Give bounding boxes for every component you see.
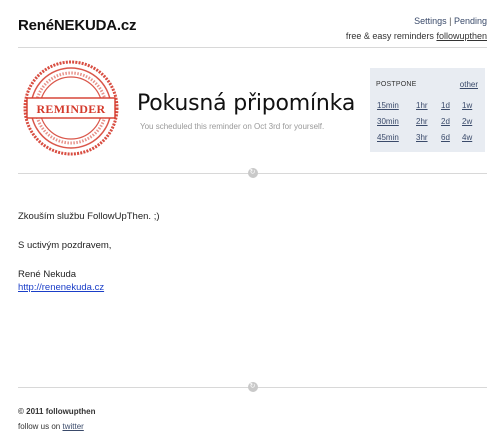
message-body: Zkouším službu FollowUpThen. ;) S uctivý… (18, 210, 160, 294)
postpone-3hr[interactable]: 3hr (416, 133, 428, 142)
followupthen-link[interactable]: followupthen (436, 31, 487, 41)
postpone-45min[interactable]: 45min (377, 133, 399, 142)
postpone-2w[interactable]: 2w (462, 117, 472, 126)
arrow-circle-icon: ↻ (247, 382, 258, 392)
pending-link[interactable]: Pending (454, 16, 487, 26)
stamp-text: REMINDER (36, 102, 105, 116)
signature-link[interactable]: http://renenekuda.cz (18, 282, 104, 293)
postpone-30min[interactable]: 30min (377, 117, 399, 126)
header: RenéNEKUDA.cz Settings | Pending free & … (18, 0, 487, 48)
header-rule (18, 47, 487, 48)
twitter-link[interactable]: twitter (62, 422, 83, 431)
postpone-1w[interactable]: 1w (462, 101, 472, 110)
postpone-6d[interactable]: 6d (441, 133, 450, 142)
settings-link[interactable]: Settings (414, 16, 447, 26)
signature-name: René Nekuda (18, 269, 77, 280)
postpone-panel: POSTPONE other 15min 1hr 1d 1w 30min 2hr… (370, 68, 485, 152)
reminder-title: Pokusná připomínka (137, 91, 356, 116)
reminder-stamp-icon: REMINDER (23, 60, 119, 156)
postpone-4w[interactable]: 4w (462, 133, 472, 142)
message-greeting: S uctivým pozdravem, (18, 240, 112, 251)
reminder-subtitle: You scheduled this reminder on Oct 3rd f… (140, 122, 325, 131)
arrow-circle-icon: ↻ (247, 168, 258, 178)
footer: © 2011 followupthen follow us on twitter (18, 404, 95, 434)
footer-divider: ↻ (18, 382, 487, 392)
follow-text: follow us on (18, 422, 61, 431)
brand-logo[interactable]: RenéNEKUDA.cz (18, 17, 136, 34)
postpone-2hr[interactable]: 2hr (416, 117, 428, 126)
postpone-1d[interactable]: 1d (441, 101, 450, 110)
postpone-other-link[interactable]: other (460, 80, 478, 89)
header-nav: Settings | Pending free & easy reminders… (346, 14, 487, 44)
postpone-2d[interactable]: 2d (441, 117, 450, 126)
tagline: free & easy reminders (345, 31, 434, 41)
section-divider: ↻ (18, 168, 487, 178)
nav-separator: | (449, 16, 452, 26)
postpone-1hr[interactable]: 1hr (416, 101, 428, 110)
postpone-heading: POSTPONE (376, 81, 417, 88)
postpone-15min[interactable]: 15min (377, 101, 399, 110)
copyright: © 2011 followupthen (18, 407, 96, 416)
reminder-hero: REMINDER Pokusná připomínka You schedule… (18, 56, 487, 166)
message-line: Zkouším službu FollowUpThen. ;) (18, 211, 160, 222)
